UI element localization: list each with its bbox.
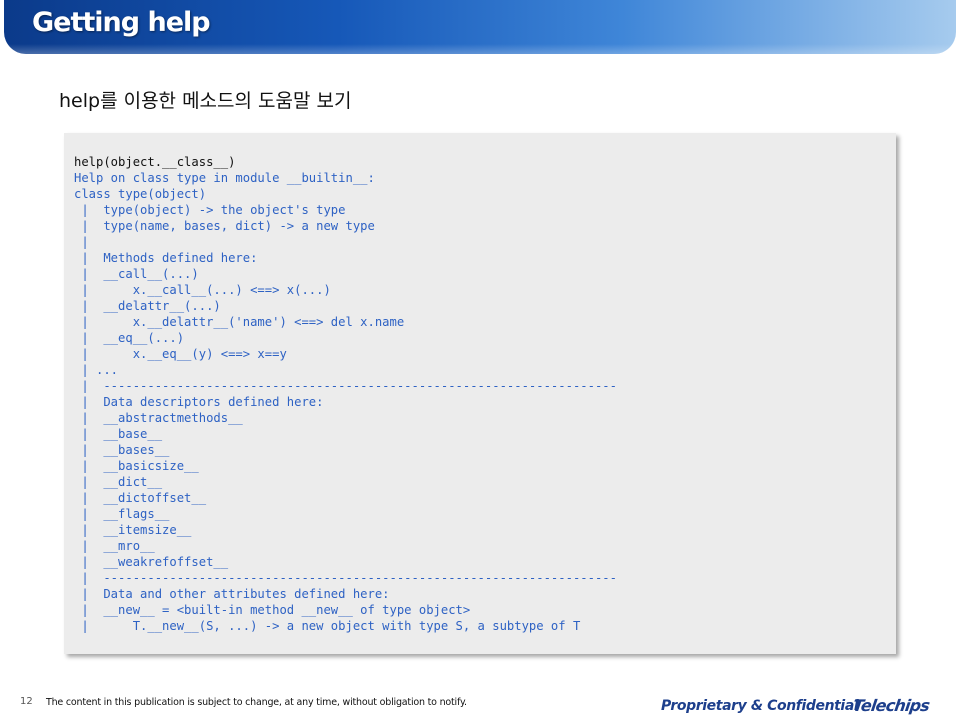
code-line: | __delattr__(...) <box>74 299 221 313</box>
code-line: | __abstractmethods__ <box>74 411 243 425</box>
code-line: | x.__delattr__('name') <==> del x.name <box>74 315 405 329</box>
code-line: | __mro__ <box>74 539 155 553</box>
code-line: | --------------------------------------… <box>74 571 617 585</box>
code-line: | T.__new__(S, ...) -> a new object with… <box>74 619 581 633</box>
code-line: | __weakrefoffset__ <box>74 555 229 569</box>
code-line: | __bases__ <box>74 443 170 457</box>
code-line: | __eq__(...) <box>74 331 185 345</box>
code-line: | __flags__ <box>74 507 170 521</box>
code-box: help(object.__class__) Help on class type… <box>64 133 896 654</box>
code-line: | __basicsize__ <box>74 459 199 473</box>
page-number: 12 <box>20 696 33 707</box>
code-line: | ... <box>74 363 119 377</box>
code-line: | __base__ <box>74 427 163 441</box>
code-block: help(object.__class__) Help on class type… <box>74 154 617 634</box>
code-line: | x.__call__(...) <==> x(...) <box>74 283 331 297</box>
code-line: | --------------------------------------… <box>74 379 617 393</box>
disclaimer-text: The content in this publication is subje… <box>46 697 467 708</box>
code-line: Help on class type in module __builtin__… <box>74 171 375 185</box>
slide-subtitle: help를 이용한 메소드의 도움말 보기 <box>59 90 352 112</box>
slide-title: Getting help <box>32 7 211 38</box>
code-line: | <box>74 235 89 249</box>
code-line: | type(object) -> the object's type <box>74 203 346 217</box>
code-line: | Data descriptors defined here: <box>74 395 324 409</box>
code-line: help(object.__class__) <box>74 155 236 169</box>
code-line: | type(name, bases, dict) -> a new type <box>74 219 375 233</box>
confidential-label: Proprietary & Confidential <box>661 698 859 714</box>
code-line: | x.__eq__(y) <==> x==y <box>74 347 287 361</box>
code-line: | __dict__ <box>74 475 163 489</box>
code-line: | Data and other attributes defined here… <box>74 587 390 601</box>
code-line: | __new__ = <built-in method __new__ of … <box>74 603 471 617</box>
code-line: | __itemsize__ <box>74 523 192 537</box>
title-bar: Getting help <box>4 0 956 54</box>
code-line: | Methods defined here: <box>74 251 258 265</box>
code-line: | __dictoffset__ <box>74 491 207 505</box>
code-line: | __call__(...) <box>74 267 199 281</box>
code-line: class type(object) <box>74 187 207 201</box>
telechips-logo: Telechips <box>851 696 931 715</box>
